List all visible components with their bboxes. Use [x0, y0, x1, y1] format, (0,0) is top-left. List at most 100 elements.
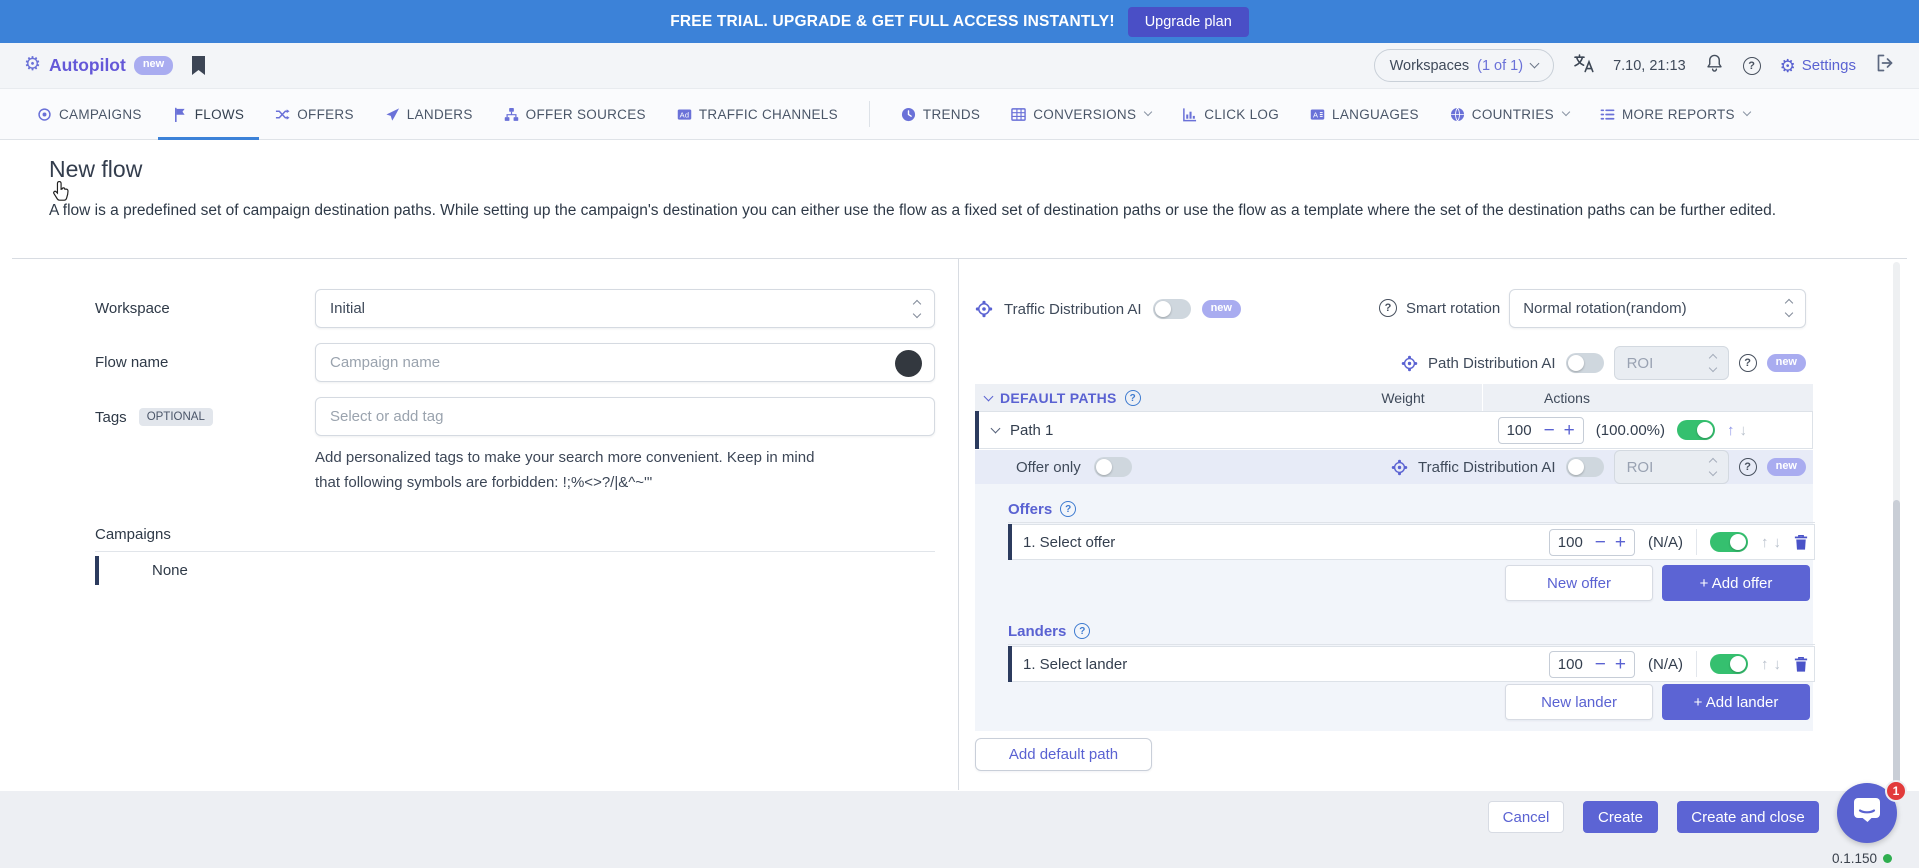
offers-title: Offers — [1008, 501, 1052, 518]
nav-divider — [869, 101, 870, 127]
smart-rotation-label: Smart rotation — [1406, 300, 1500, 317]
help-icon[interactable]: ? — [1379, 299, 1397, 317]
new-lander-button[interactable]: New lander — [1505, 684, 1653, 720]
brand[interactable]: ⚙ Autopilot new — [24, 55, 173, 76]
select-chevrons-icon — [914, 301, 920, 317]
new-offer-button[interactable]: New offer — [1505, 565, 1653, 601]
chat-notification-badge: 1 — [1885, 780, 1907, 802]
chevron-down-icon — [1743, 108, 1751, 116]
path-traffic-ai-toggle[interactable] — [1566, 457, 1604, 477]
move-down-icon[interactable]: ↓ — [1774, 657, 1782, 672]
cancel-button[interactable]: Cancel — [1488, 801, 1564, 833]
delete-offer-icon[interactable] — [1794, 534, 1808, 551]
help-icon[interactable]: ? — [1125, 390, 1141, 406]
status-dot — [1883, 854, 1892, 863]
offer-weight-value[interactable]: 100 — [1558, 534, 1586, 551]
row-accent-bar — [1008, 646, 1012, 682]
add-default-path-button[interactable]: Add default path — [975, 738, 1152, 771]
delete-lander-icon[interactable] — [1794, 656, 1808, 673]
tags-input[interactable] — [330, 408, 920, 425]
tab-campaigns[interactable]: CAMPAIGNS — [37, 89, 142, 139]
gear-icon: ⚙ — [1780, 57, 1796, 75]
plus-icon[interactable]: + — [1615, 533, 1626, 552]
upgrade-plan-button[interactable]: Upgrade plan — [1128, 7, 1249, 37]
tab-offers[interactable]: OFFERS — [275, 89, 354, 139]
minus-icon[interactable]: − — [1544, 421, 1555, 440]
select-chevrons-icon — [1710, 459, 1716, 475]
offer-weight-stepper: 100 − + — [1549, 529, 1635, 556]
smart-rotation-select[interactable]: Normal rotation(random) — [1509, 289, 1806, 328]
create-and-close-button[interactable]: Create and close — [1677, 801, 1819, 833]
tab-more-reports[interactable]: MORE REPORTS — [1600, 89, 1750, 139]
help-icon[interactable]: ? — [1739, 354, 1757, 372]
flow-name-input[interactable] — [330, 354, 920, 371]
color-picker-dot[interactable] — [895, 350, 922, 377]
lander-select[interactable]: 1. Select lander — [1023, 656, 1127, 673]
offer-select[interactable]: 1. Select offer — [1023, 534, 1115, 551]
flow-name-field-wrap — [315, 343, 935, 382]
path-ai-metric-select: ROI — [1614, 346, 1729, 380]
add-offer-button[interactable]: + Add offer — [1662, 565, 1810, 601]
move-down-icon[interactable]: ↓ — [1740, 423, 1748, 438]
tab-conversions[interactable]: CONVERSIONS — [1011, 89, 1151, 139]
main-content: New flow A flow is a predefined set of c… — [0, 140, 1919, 791]
help-icon[interactable]: ? — [1743, 57, 1761, 75]
chevron-down-icon[interactable] — [991, 423, 1001, 433]
tab-traffic-channels[interactable]: Ad TRAFFIC CHANNELS — [677, 89, 838, 139]
move-up-icon[interactable]: ↑ — [1761, 657, 1769, 672]
help-icon[interactable]: ? — [1739, 458, 1757, 476]
workspaces-selector[interactable]: Workspaces (1 of 1) — [1374, 49, 1554, 82]
lander-weight-value[interactable]: 100 — [1558, 656, 1586, 673]
chat-bubble-icon — [1852, 797, 1882, 830]
lander-stat: (N/A) — [1648, 656, 1683, 673]
tab-click-log[interactable]: CLICK LOG — [1182, 89, 1279, 139]
row-accent-bar — [975, 411, 979, 449]
tab-countries[interactable]: COUNTRIES — [1450, 89, 1569, 139]
plus-icon[interactable]: + — [1615, 655, 1626, 674]
tab-landers[interactable]: LANDERS — [385, 89, 473, 139]
offer-enabled-toggle[interactable] — [1710, 532, 1748, 552]
notifications-bell-icon[interactable] — [1705, 53, 1724, 78]
tab-trends[interactable]: TRENDS — [901, 89, 980, 139]
tab-flows[interactable]: FLOWS — [173, 89, 245, 139]
divider — [12, 258, 1907, 259]
help-icon[interactable]: ? — [1074, 623, 1090, 639]
move-up-icon[interactable]: ↑ — [1727, 423, 1735, 438]
offer-only-toggle[interactable] — [1094, 457, 1132, 477]
add-lander-button[interactable]: + Add lander — [1662, 684, 1810, 720]
offer-row: 1. Select offer 100 − + (N/A) ↑ ↓ — [1008, 524, 1815, 560]
help-icon[interactable]: ? — [1060, 501, 1076, 517]
brand-new-badge: new — [134, 56, 173, 74]
tab-languages[interactable]: A LANGUAGES — [1310, 89, 1419, 139]
new-badge: new — [1767, 458, 1806, 476]
workspace-label: Workspace — [95, 300, 170, 317]
create-button[interactable]: Create — [1583, 801, 1658, 833]
traffic-ai-toggle[interactable] — [1153, 299, 1191, 319]
divider — [1696, 651, 1697, 677]
workspace-select[interactable]: Initial — [315, 289, 935, 328]
tab-offer-sources[interactable]: OFFER SOURCES — [504, 89, 646, 139]
minus-icon[interactable]: − — [1595, 655, 1606, 674]
bookmark-icon[interactable] — [191, 56, 206, 76]
plus-icon[interactable]: + — [1564, 421, 1575, 440]
settings-button[interactable]: ⚙ Settings — [1780, 57, 1856, 75]
path-distribution-ai: Path Distribution AI ROI ? new — [975, 346, 1806, 380]
page-title: New flow — [49, 156, 142, 183]
scrollbar-thumb[interactable] — [1893, 500, 1900, 788]
path-enabled-toggle[interactable] — [1677, 420, 1715, 440]
translate-icon[interactable] — [1573, 54, 1594, 78]
path-weight-value[interactable]: 100 — [1507, 422, 1535, 439]
minus-icon[interactable]: − — [1595, 533, 1606, 552]
path-ai-toggle[interactable] — [1566, 353, 1604, 373]
logout-icon[interactable] — [1875, 53, 1895, 78]
divider — [95, 551, 935, 552]
traffic-distribution-ai: Traffic Distribution AI new — [975, 290, 1241, 328]
move-up-icon[interactable]: ↑ — [1761, 535, 1769, 550]
default-paths-title-wrap[interactable]: DEFAULT PATHS ? — [985, 384, 1141, 412]
shuffle-icon — [275, 107, 290, 122]
lander-enabled-toggle[interactable] — [1710, 654, 1748, 674]
path-traffic-ai-metric-select: ROI — [1614, 450, 1729, 484]
offer-only-row: Offer only Traffic Distribution AI ROI ?… — [975, 450, 1813, 484]
move-down-icon[interactable]: ↓ — [1774, 535, 1782, 550]
paper-plane-icon — [385, 107, 400, 122]
